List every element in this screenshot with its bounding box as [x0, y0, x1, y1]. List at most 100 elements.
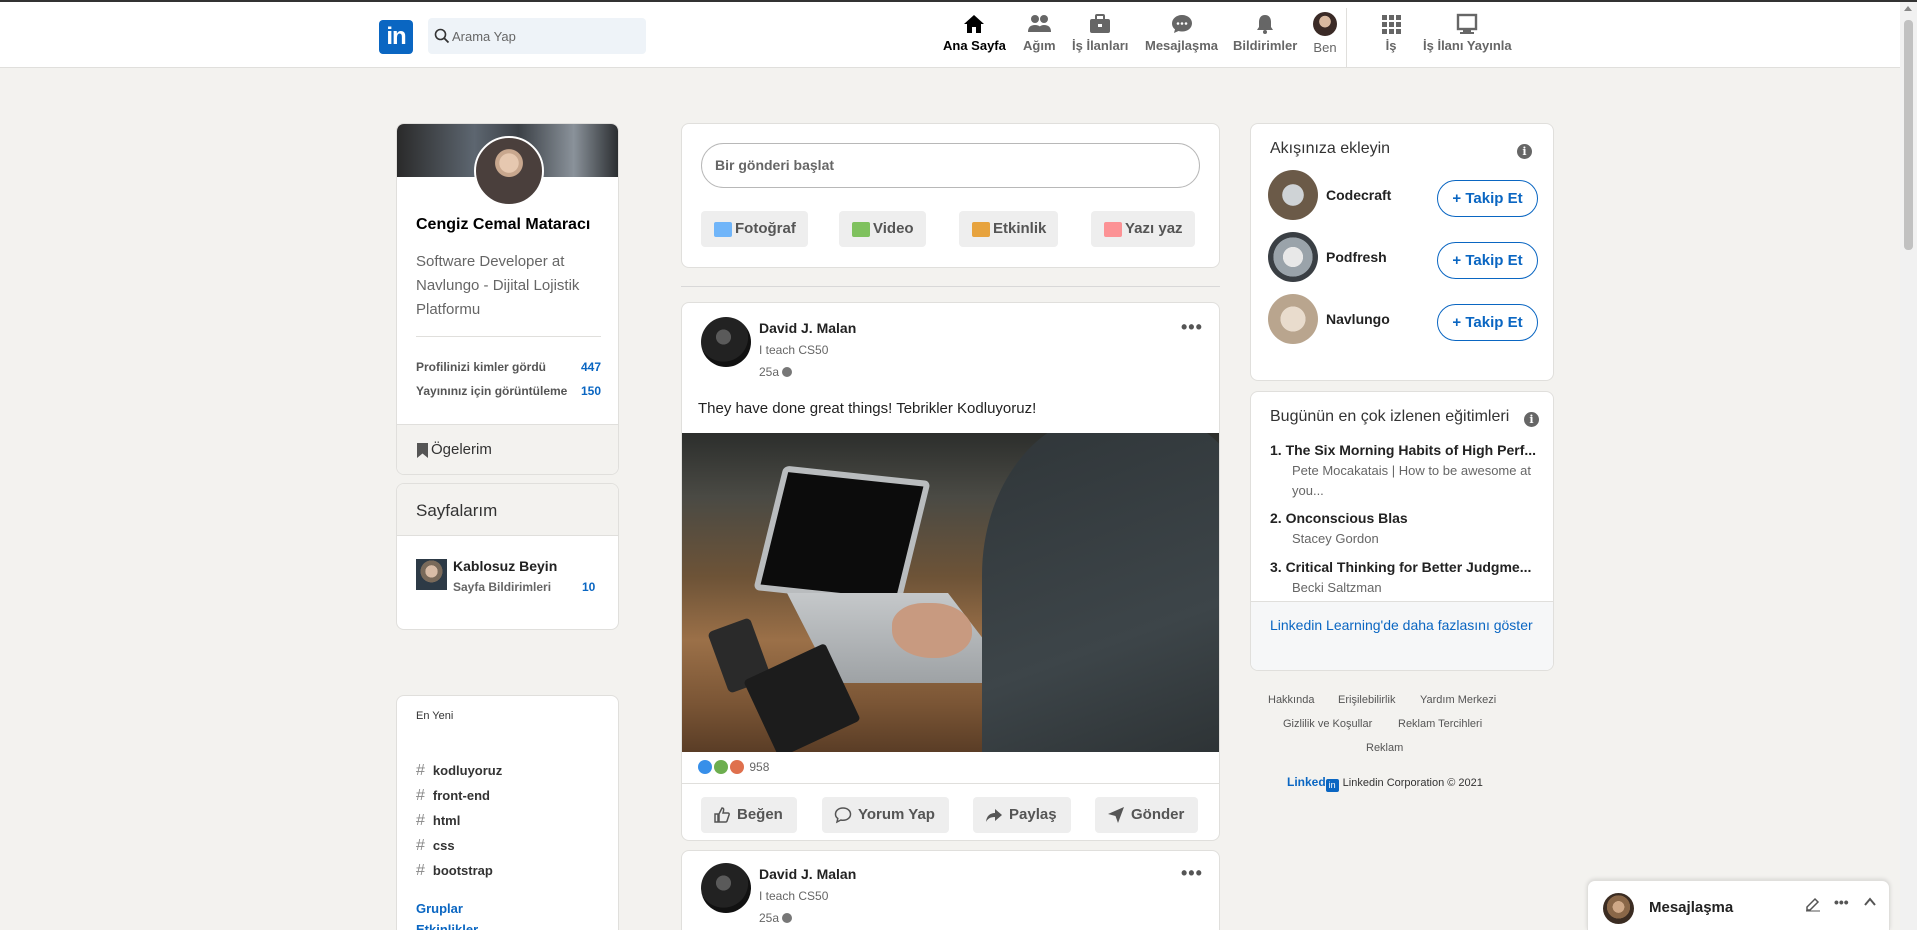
nav-post-job[interactable]: İş İlanı Yayınla	[1423, 12, 1512, 53]
footer-link[interactable]: Yardım Merkezi	[1420, 694, 1496, 706]
nav-post-job-label: İş İlanı Yayınla	[1423, 38, 1512, 53]
profile-stat-views[interactable]: Profilinizi kimler gördü 447	[416, 360, 601, 374]
post-author[interactable]: David J. Malan	[759, 866, 856, 882]
nav-notifications[interactable]: Bildirimler	[1233, 12, 1297, 53]
comment-button[interactable]: Yorum Yap	[822, 797, 949, 833]
reaction-count: 958	[749, 760, 770, 774]
start-post-input[interactable]: Bir gönderi başlat	[701, 143, 1200, 188]
post-author[interactable]: David J. Malan	[759, 320, 856, 336]
follow-button[interactable]: + Takip Et	[1437, 304, 1538, 341]
nav-network[interactable]: Ağım	[1023, 12, 1056, 53]
post-image[interactable]	[682, 433, 1219, 752]
me-avatar	[1313, 12, 1337, 36]
follow-button[interactable]: + Takip Et	[1437, 242, 1538, 279]
image-person	[982, 433, 1219, 752]
share-button[interactable]: Paylaş	[973, 797, 1071, 833]
comment-icon	[834, 807, 852, 824]
footer-link[interactable]: Gizlilik ve Koşullar	[1283, 718, 1372, 730]
globe-icon	[782, 367, 793, 377]
course-title[interactable]: 2. Onconscious Blas	[1270, 510, 1542, 526]
article-icon	[1104, 222, 1122, 237]
home-icon	[964, 15, 985, 33]
scroll-up-arrow-icon[interactable]	[1904, 6, 1912, 11]
scrollbar-thumb[interactable]	[1904, 20, 1913, 250]
post-author-subtitle: I teach CS50	[759, 889, 829, 903]
suggestion-name[interactable]: Podfresh	[1326, 249, 1387, 265]
learning-more-link[interactable]: Linkedin Learning'de daha fazlasını göst…	[1251, 601, 1553, 670]
bookmark-icon	[417, 443, 428, 458]
share-photo-button[interactable]: Fotoğraf	[701, 211, 808, 247]
info-icon[interactable]: i	[1517, 144, 1532, 159]
footer-link[interactable]: Erişilebilirlik	[1338, 694, 1395, 706]
linkedin-logo[interactable]: in	[379, 20, 413, 54]
hashtag-item[interactable]: # kodluyoruz	[416, 762, 502, 780]
share-article-button[interactable]: Yazı yaz	[1091, 211, 1195, 247]
send-button[interactable]: Gönder	[1095, 797, 1199, 833]
footer-brand-text: Linked	[1287, 775, 1326, 789]
hashtag-item[interactable]: # html	[416, 812, 460, 830]
footer-copyright: Linkedin Corporation © 2021	[1342, 777, 1483, 789]
hashtag-item[interactable]: # bootstrap	[416, 862, 493, 880]
nav-messaging[interactable]: Mesajlaşma	[1145, 12, 1218, 53]
page-notifications-label[interactable]: Sayfa Bildirimleri	[453, 580, 551, 594]
recent-title: En Yeni	[416, 710, 454, 722]
footer-link[interactable]: Reklam Tercihleri	[1398, 718, 1482, 730]
nav-me[interactable]: Ben	[1313, 12, 1337, 55]
post-time: 25a	[759, 365, 793, 379]
nav-work-label: İş	[1385, 38, 1397, 53]
send-icon	[1108, 807, 1124, 823]
like-button[interactable]: Beğen	[701, 797, 797, 833]
nav-jobs[interactable]: İş İlanları	[1072, 12, 1128, 53]
info-icon[interactable]: i	[1524, 412, 1539, 427]
share-event-button[interactable]: Etkinlik	[959, 211, 1059, 247]
author-avatar[interactable]	[701, 863, 751, 913]
post-reactions[interactable]: 958	[698, 760, 769, 774]
suggestion-logo[interactable]	[1268, 170, 1318, 220]
hashtag-item[interactable]: # front-end	[416, 787, 490, 805]
share-arrow-icon	[986, 809, 1002, 822]
compose-icon[interactable]	[1805, 896, 1821, 915]
nav-me-label: Ben	[1313, 40, 1337, 55]
course-title[interactable]: 1. The Six Morning Habits of High Perf..…	[1270, 442, 1542, 458]
follow-button[interactable]: + Takip Et	[1437, 180, 1538, 217]
post-more-icon[interactable]: •••	[1181, 317, 1203, 338]
profile-avatar[interactable]	[474, 136, 544, 206]
profile-name[interactable]: Cengiz Cemal Mataracı	[416, 216, 590, 234]
groups-link[interactable]: Gruplar	[416, 901, 463, 916]
feed-post: David J. Malan I teach CS50 25a •••	[681, 850, 1220, 930]
events-link[interactable]: Etkinlikler	[416, 922, 478, 930]
my-pages-card: Sayfalarım Kablosuz Beyin Sayfa Bildirim…	[396, 483, 619, 630]
suggestion-name[interactable]: Navlungo	[1326, 311, 1390, 327]
post-job-icon	[1457, 13, 1478, 34]
page-name[interactable]: Kablosuz Beyin	[453, 558, 557, 574]
suggestion-logo[interactable]	[1268, 232, 1318, 282]
search-box[interactable]	[428, 18, 646, 54]
nav-home[interactable]: Ana Sayfa	[943, 12, 1006, 53]
suggestion-logo[interactable]	[1268, 294, 1318, 344]
briefcase-icon	[1090, 14, 1111, 33]
share-box: Bir gönderi başlat Fotoğraf Video Etkinl…	[681, 123, 1220, 268]
nav-work[interactable]: İş	[1379, 12, 1403, 53]
more-icon[interactable]: •••	[1834, 894, 1849, 910]
top-courses-card: Bugünün en çok izlenen eğitimleri i 1. T…	[1250, 391, 1554, 671]
course-title[interactable]: 3. Critical Thinking for Better Judgme..…	[1270, 559, 1542, 575]
footer-link[interactable]: Reklam	[1366, 742, 1403, 754]
footer-link[interactable]: Hakkında	[1268, 694, 1314, 706]
post-author-subtitle: I teach CS50	[759, 343, 829, 357]
page-scrollbar[interactable]	[1900, 2, 1917, 930]
suggestion-name[interactable]: Codecraft	[1326, 187, 1391, 203]
messaging-bar[interactable]: Mesajlaşma •••	[1587, 880, 1890, 930]
profile-stat-post-views[interactable]: Yayınınız için görüntüleme 150	[416, 384, 601, 398]
author-avatar[interactable]	[701, 317, 751, 367]
share-video-button[interactable]: Video	[839, 211, 926, 247]
top-navbar: in Ana Sayfa Ağım İş İlanları Mesajlaşma…	[0, 2, 1900, 68]
chevron-up-icon[interactable]	[1863, 895, 1877, 912]
nav-messaging-label: Mesajlaşma	[1145, 38, 1218, 53]
post-more-icon[interactable]: •••	[1181, 863, 1203, 884]
my-pages-title: Sayfalarım	[397, 484, 618, 536]
my-items-link[interactable]: Ögelerim	[397, 424, 618, 474]
hashtag-item[interactable]: # css	[416, 837, 455, 855]
search-input[interactable]	[452, 18, 642, 54]
feed-post: David J. Malan I teach CS50 25a ••• They…	[681, 302, 1220, 841]
page-logo[interactable]	[416, 559, 447, 590]
